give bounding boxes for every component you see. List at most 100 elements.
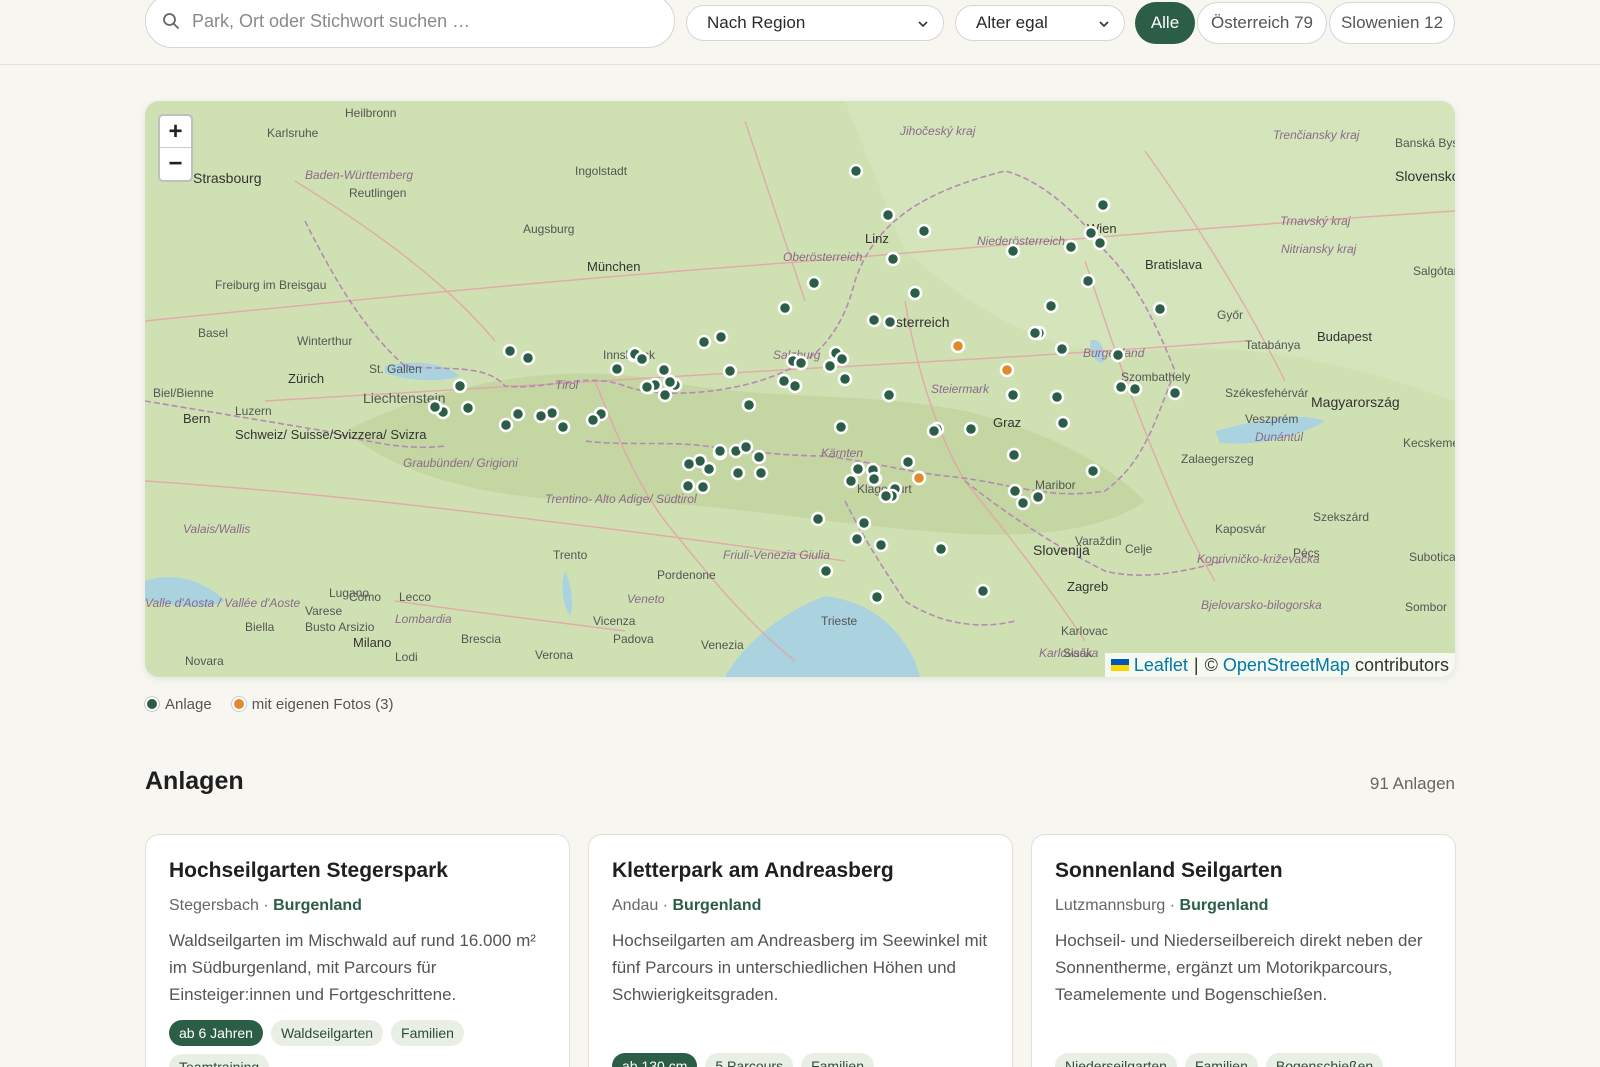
- map-marker[interactable]: [738, 439, 754, 455]
- map[interactable]: Heilbronn Karlsruhe Strasbourg Baden-Wür…: [145, 101, 1455, 677]
- map-marker[interactable]: [730, 465, 746, 481]
- map-marker[interactable]: [1092, 235, 1108, 251]
- map-marker[interactable]: [1080, 273, 1096, 289]
- map-marker[interactable]: [712, 443, 728, 459]
- map-marker[interactable]: [881, 387, 897, 403]
- park-card[interactable]: Sonnenland Seilgarten Lutzmannsburg · Bu…: [1031, 834, 1456, 1067]
- map-marker[interactable]: [1127, 381, 1143, 397]
- card-title[interactable]: Kletterpark am Andreasberg: [612, 859, 989, 883]
- region-select[interactable]: Nach Region: [686, 5, 944, 41]
- map-marker[interactable]: [502, 343, 518, 359]
- map-marker[interactable]: [1005, 387, 1021, 403]
- map-marker[interactable]: [793, 355, 809, 371]
- card-region[interactable]: Burgenland: [1180, 897, 1269, 914]
- zoom-out-button[interactable]: −: [160, 148, 191, 180]
- map-marker[interactable]: [427, 399, 443, 415]
- park-card[interactable]: Kletterpark am Andreasberg Andau · Burge…: [588, 834, 1013, 1067]
- map-marker[interactable]: [498, 417, 514, 433]
- map-marker[interactable]: [681, 456, 697, 472]
- map-marker[interactable]: [1063, 239, 1079, 255]
- map-marker[interactable]: [662, 374, 678, 390]
- map-marker[interactable]: [869, 589, 885, 605]
- map-marker[interactable]: [510, 406, 526, 422]
- map-marker[interactable]: [1110, 347, 1126, 363]
- map-marker[interactable]: [975, 583, 991, 599]
- country-filter-slovenia[interactable]: Slowenien 12: [1329, 2, 1455, 44]
- map-marker[interactable]: [639, 379, 655, 395]
- map-marker[interactable]: [848, 163, 864, 179]
- map-marker[interactable]: [1054, 341, 1070, 357]
- map-marker[interactable]: [1055, 415, 1071, 431]
- map-marker[interactable]: [555, 419, 571, 435]
- map-marker[interactable]: [753, 465, 769, 481]
- map-marker[interactable]: [722, 363, 738, 379]
- map-marker[interactable]: [1083, 225, 1099, 241]
- map-marker[interactable]: [1043, 298, 1059, 314]
- map-marker[interactable]: [1049, 389, 1065, 405]
- map-marker[interactable]: [1167, 385, 1183, 401]
- map-marker[interactable]: [963, 421, 979, 437]
- map-marker[interactable]: [834, 351, 850, 367]
- map-marker[interactable]: [1006, 447, 1022, 463]
- country-filter-austria[interactable]: Österreich 79: [1197, 2, 1327, 44]
- map-marker[interactable]: [656, 362, 672, 378]
- map-marker[interactable]: [806, 275, 822, 291]
- map-marker[interactable]: [900, 454, 916, 470]
- card-region[interactable]: Burgenland: [672, 897, 761, 914]
- map-marker[interactable]: [741, 397, 757, 413]
- map-marker[interactable]: [777, 300, 793, 316]
- map-marker[interactable]: [1027, 325, 1043, 341]
- map-marker[interactable]: [866, 312, 882, 328]
- map-marker[interactable]: [1152, 301, 1168, 317]
- map-marker[interactable]: [843, 473, 859, 489]
- map-marker[interactable]: [873, 537, 889, 553]
- map-marker[interactable]: [696, 334, 712, 350]
- map-marker[interactable]: [999, 362, 1015, 378]
- map-marker[interactable]: [452, 378, 468, 394]
- osm-link[interactable]: OpenStreetMap: [1223, 655, 1350, 676]
- search-box[interactable]: [145, 0, 675, 48]
- map-marker[interactable]: [885, 251, 901, 267]
- map-marker[interactable]: [933, 541, 949, 557]
- map-marker[interactable]: [1005, 243, 1021, 259]
- map-marker[interactable]: [911, 470, 927, 486]
- map-marker[interactable]: [1030, 489, 1046, 505]
- map-marker[interactable]: [585, 412, 601, 428]
- map-marker[interactable]: [520, 350, 536, 366]
- map-marker[interactable]: [926, 423, 942, 439]
- map-marker[interactable]: [1113, 379, 1129, 395]
- map-marker[interactable]: [460, 400, 476, 416]
- map-marker[interactable]: [810, 511, 826, 527]
- leaflet-link[interactable]: Leaflet: [1134, 655, 1188, 676]
- map-marker[interactable]: [907, 285, 923, 301]
- map-marker[interactable]: [880, 207, 896, 223]
- card-title[interactable]: Hochseilgarten Stegerspark: [169, 859, 546, 883]
- map-marker[interactable]: [849, 531, 865, 547]
- map-marker[interactable]: [680, 478, 696, 494]
- map-marker[interactable]: [822, 358, 838, 374]
- map-marker[interactable]: [837, 371, 853, 387]
- card-title[interactable]: Sonnenland Seilgarten: [1055, 859, 1432, 883]
- zoom-in-button[interactable]: +: [160, 116, 191, 148]
- country-filter-all[interactable]: Alle: [1135, 2, 1195, 44]
- age-select[interactable]: Alter egal: [955, 5, 1125, 41]
- map-marker[interactable]: [850, 461, 866, 477]
- map-marker[interactable]: [713, 329, 729, 345]
- map-marker[interactable]: [882, 314, 898, 330]
- map-marker[interactable]: [751, 449, 767, 465]
- map-marker[interactable]: [1015, 495, 1031, 511]
- card-region[interactable]: Burgenland: [273, 897, 362, 914]
- map-marker[interactable]: [634, 351, 650, 367]
- map-marker[interactable]: [856, 515, 872, 531]
- map-marker[interactable]: [818, 563, 834, 579]
- map-marker[interactable]: [878, 488, 894, 504]
- park-card[interactable]: Hochseilgarten Stegerspark Stegersbach ·…: [145, 834, 570, 1067]
- map-marker[interactable]: [916, 223, 932, 239]
- map-marker[interactable]: [657, 387, 673, 403]
- map-marker[interactable]: [1095, 197, 1111, 213]
- map-marker[interactable]: [866, 471, 882, 487]
- map-marker[interactable]: [787, 378, 803, 394]
- map-marker[interactable]: [833, 419, 849, 435]
- map-marker[interactable]: [609, 361, 625, 377]
- map-marker[interactable]: [701, 461, 717, 477]
